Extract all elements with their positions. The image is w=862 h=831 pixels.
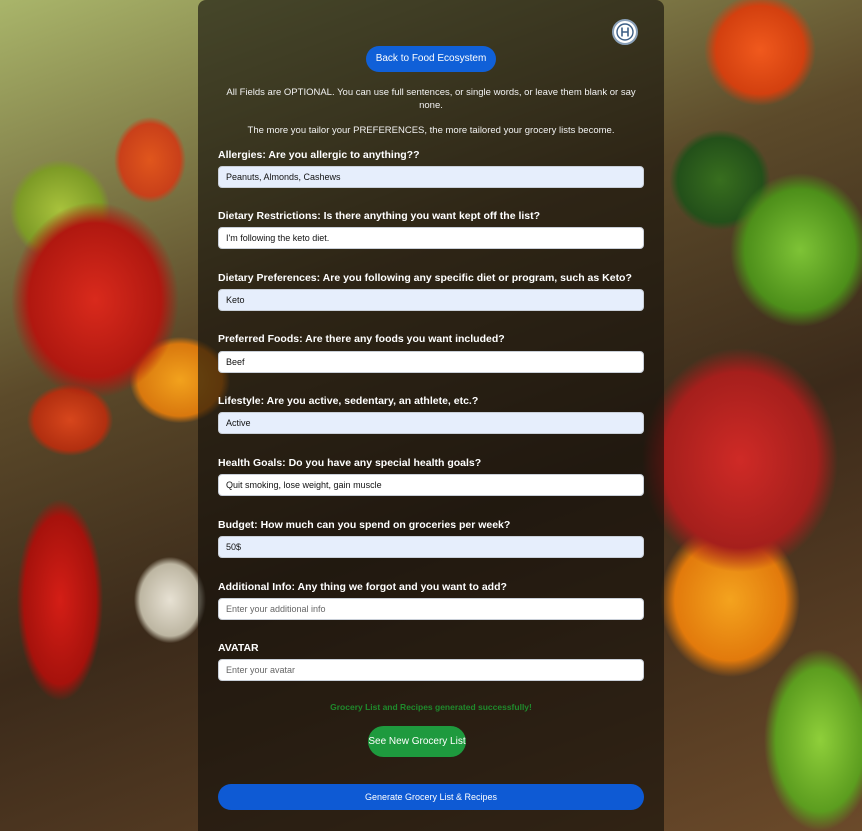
dietary-restrictions-input[interactable]: [218, 227, 644, 249]
back-to-food-ecosystem-button[interactable]: Back to Food Ecosystem: [366, 46, 496, 72]
lifestyle-input[interactable]: [218, 412, 644, 434]
health-goals-label: Health Goals: Do you have any special he…: [218, 457, 482, 469]
hygieia-logo-icon[interactable]: [612, 19, 638, 45]
preferred-foods-label: Preferred Foods: Are there any foods you…: [218, 333, 505, 345]
budget-input[interactable]: [218, 536, 644, 558]
additional-info-input[interactable]: [218, 598, 644, 620]
avatar-input[interactable]: [218, 659, 644, 681]
health-goals-input[interactable]: [218, 474, 644, 496]
budget-label: Budget: How much can you spend on grocer…: [218, 519, 511, 531]
lifestyle-label: Lifestyle: Are you active, sedentary, an…: [218, 395, 479, 407]
preferred-foods-input[interactable]: [218, 351, 644, 373]
generate-grocery-list-button[interactable]: Generate Grocery List & Recipes: [218, 784, 644, 810]
allergies-input[interactable]: [218, 166, 644, 188]
dietary-restrictions-label: Dietary Restrictions: Is there anything …: [218, 210, 541, 222]
dietary-preferences-label: Dietary Preferences: Are you following a…: [218, 272, 632, 284]
success-message: Grocery List and Recipes generated succe…: [330, 702, 532, 712]
see-new-grocery-list-button[interactable]: See New Grocery List: [368, 726, 466, 757]
intro-preferences-text: The more you tailor your PREFERENCES, th…: [247, 125, 615, 136]
intro-optional-text: All Fields are OPTIONAL. You can use ful…: [226, 87, 636, 111]
avatar-label: AVATAR: [218, 642, 259, 654]
dietary-preferences-input[interactable]: [218, 289, 644, 311]
additional-info-label: Additional Info: Any thing we forgot and…: [218, 581, 507, 593]
allergies-label: Allergies: Are you allergic to anything?…: [218, 149, 420, 161]
